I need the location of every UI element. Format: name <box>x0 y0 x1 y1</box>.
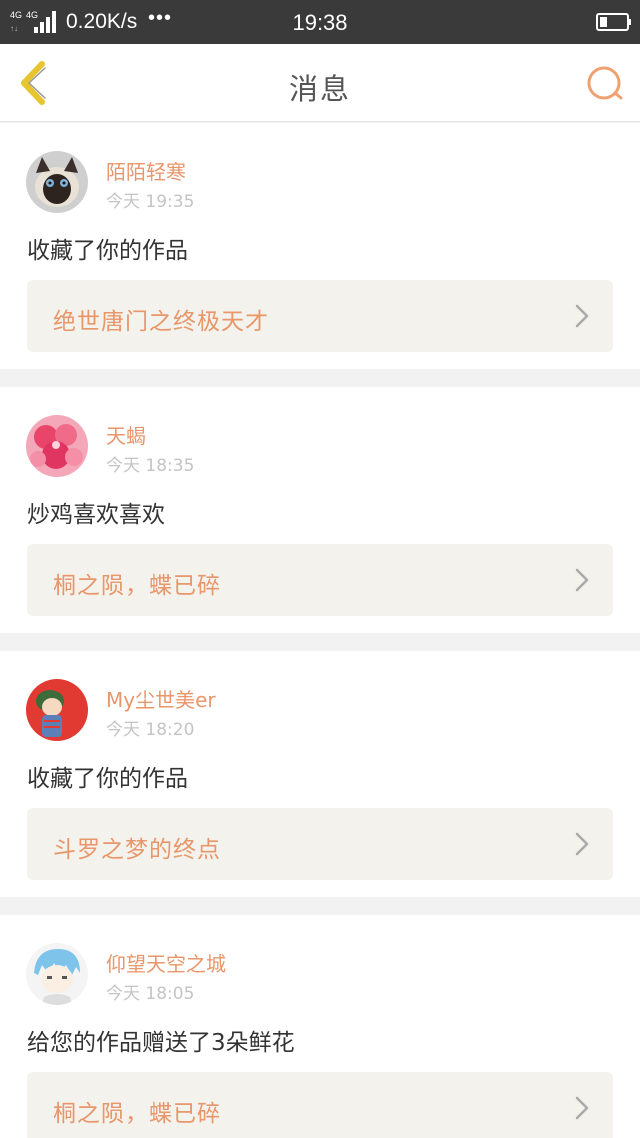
search-button[interactable] <box>584 64 626 104</box>
work-title: 绝世唐门之终极天才 <box>53 309 269 335</box>
flower-avatar-icon <box>26 415 88 477</box>
username[interactable]: 仰望天空之城 <box>106 948 226 977</box>
username[interactable]: My尘世美er <box>106 684 216 713</box>
nav-bar: 消息 <box>0 44 640 122</box>
work-title: 斗罗之梦的终点 <box>53 837 221 863</box>
work-title: 桐之陨，蝶已碎 <box>53 573 221 599</box>
message-card: 天蝎 今天 18:35 炒鸡喜欢喜欢 桐之陨，蝶已碎 <box>0 387 640 633</box>
username[interactable]: 天蝎 <box>106 420 146 449</box>
work-title: 桐之陨，蝶已碎 <box>53 1101 221 1127</box>
timestamp: 今天 19:35 <box>106 192 195 212</box>
chevron-right-icon <box>575 568 589 592</box>
avatar[interactable] <box>26 151 88 213</box>
chevron-right-icon <box>575 832 589 856</box>
work-link[interactable]: 绝世唐门之终极天才 <box>27 280 613 352</box>
chevron-right-icon <box>575 304 589 328</box>
username[interactable]: 陌陌轻寒 <box>106 156 186 185</box>
message-text: 炒鸡喜欢喜欢 <box>27 502 165 528</box>
timestamp: 今天 18:05 <box>106 984 195 1004</box>
avatar[interactable] <box>26 415 88 477</box>
avatar[interactable] <box>26 679 88 741</box>
work-link[interactable]: 斗罗之梦的终点 <box>27 808 613 880</box>
cat-avatar-icon <box>26 151 88 213</box>
work-link[interactable]: 桐之陨，蝶已碎 <box>27 1072 613 1138</box>
message-card: 仰望天空之城 今天 18:05 给您的作品赠送了3朵鲜花 桐之陨，蝶已碎 <box>0 915 640 1138</box>
timestamp: 今天 18:35 <box>106 456 195 476</box>
message-text: 收藏了你的作品 <box>27 766 188 792</box>
status-time: 19:38 <box>292 10 348 35</box>
message-card: 陌陌轻寒 今天 19:35 收藏了你的作品 绝世唐门之终极天才 <box>0 123 640 369</box>
message-card: My尘世美er 今天 18:20 收藏了你的作品 斗罗之梦的终点 <box>0 651 640 897</box>
search-icon <box>587 66 623 100</box>
chevron-right-icon <box>575 1096 589 1120</box>
anime-boy-avatar-icon <box>26 943 88 1005</box>
timestamp: 今天 18:20 <box>106 720 195 740</box>
status-bar: 4G 4G ↑↓ 0.20K/s ••• 19:38 <box>0 0 640 44</box>
work-link[interactable]: 桐之陨，蝶已碎 <box>27 544 613 616</box>
cartoon-boy-avatar-icon <box>26 679 88 741</box>
avatar[interactable] <box>26 943 88 1005</box>
page-title: 消息 <box>288 72 351 106</box>
battery-icon <box>596 13 631 31</box>
message-text: 收藏了你的作品 <box>27 238 188 264</box>
message-text: 给您的作品赠送了3朵鲜花 <box>27 1030 295 1056</box>
